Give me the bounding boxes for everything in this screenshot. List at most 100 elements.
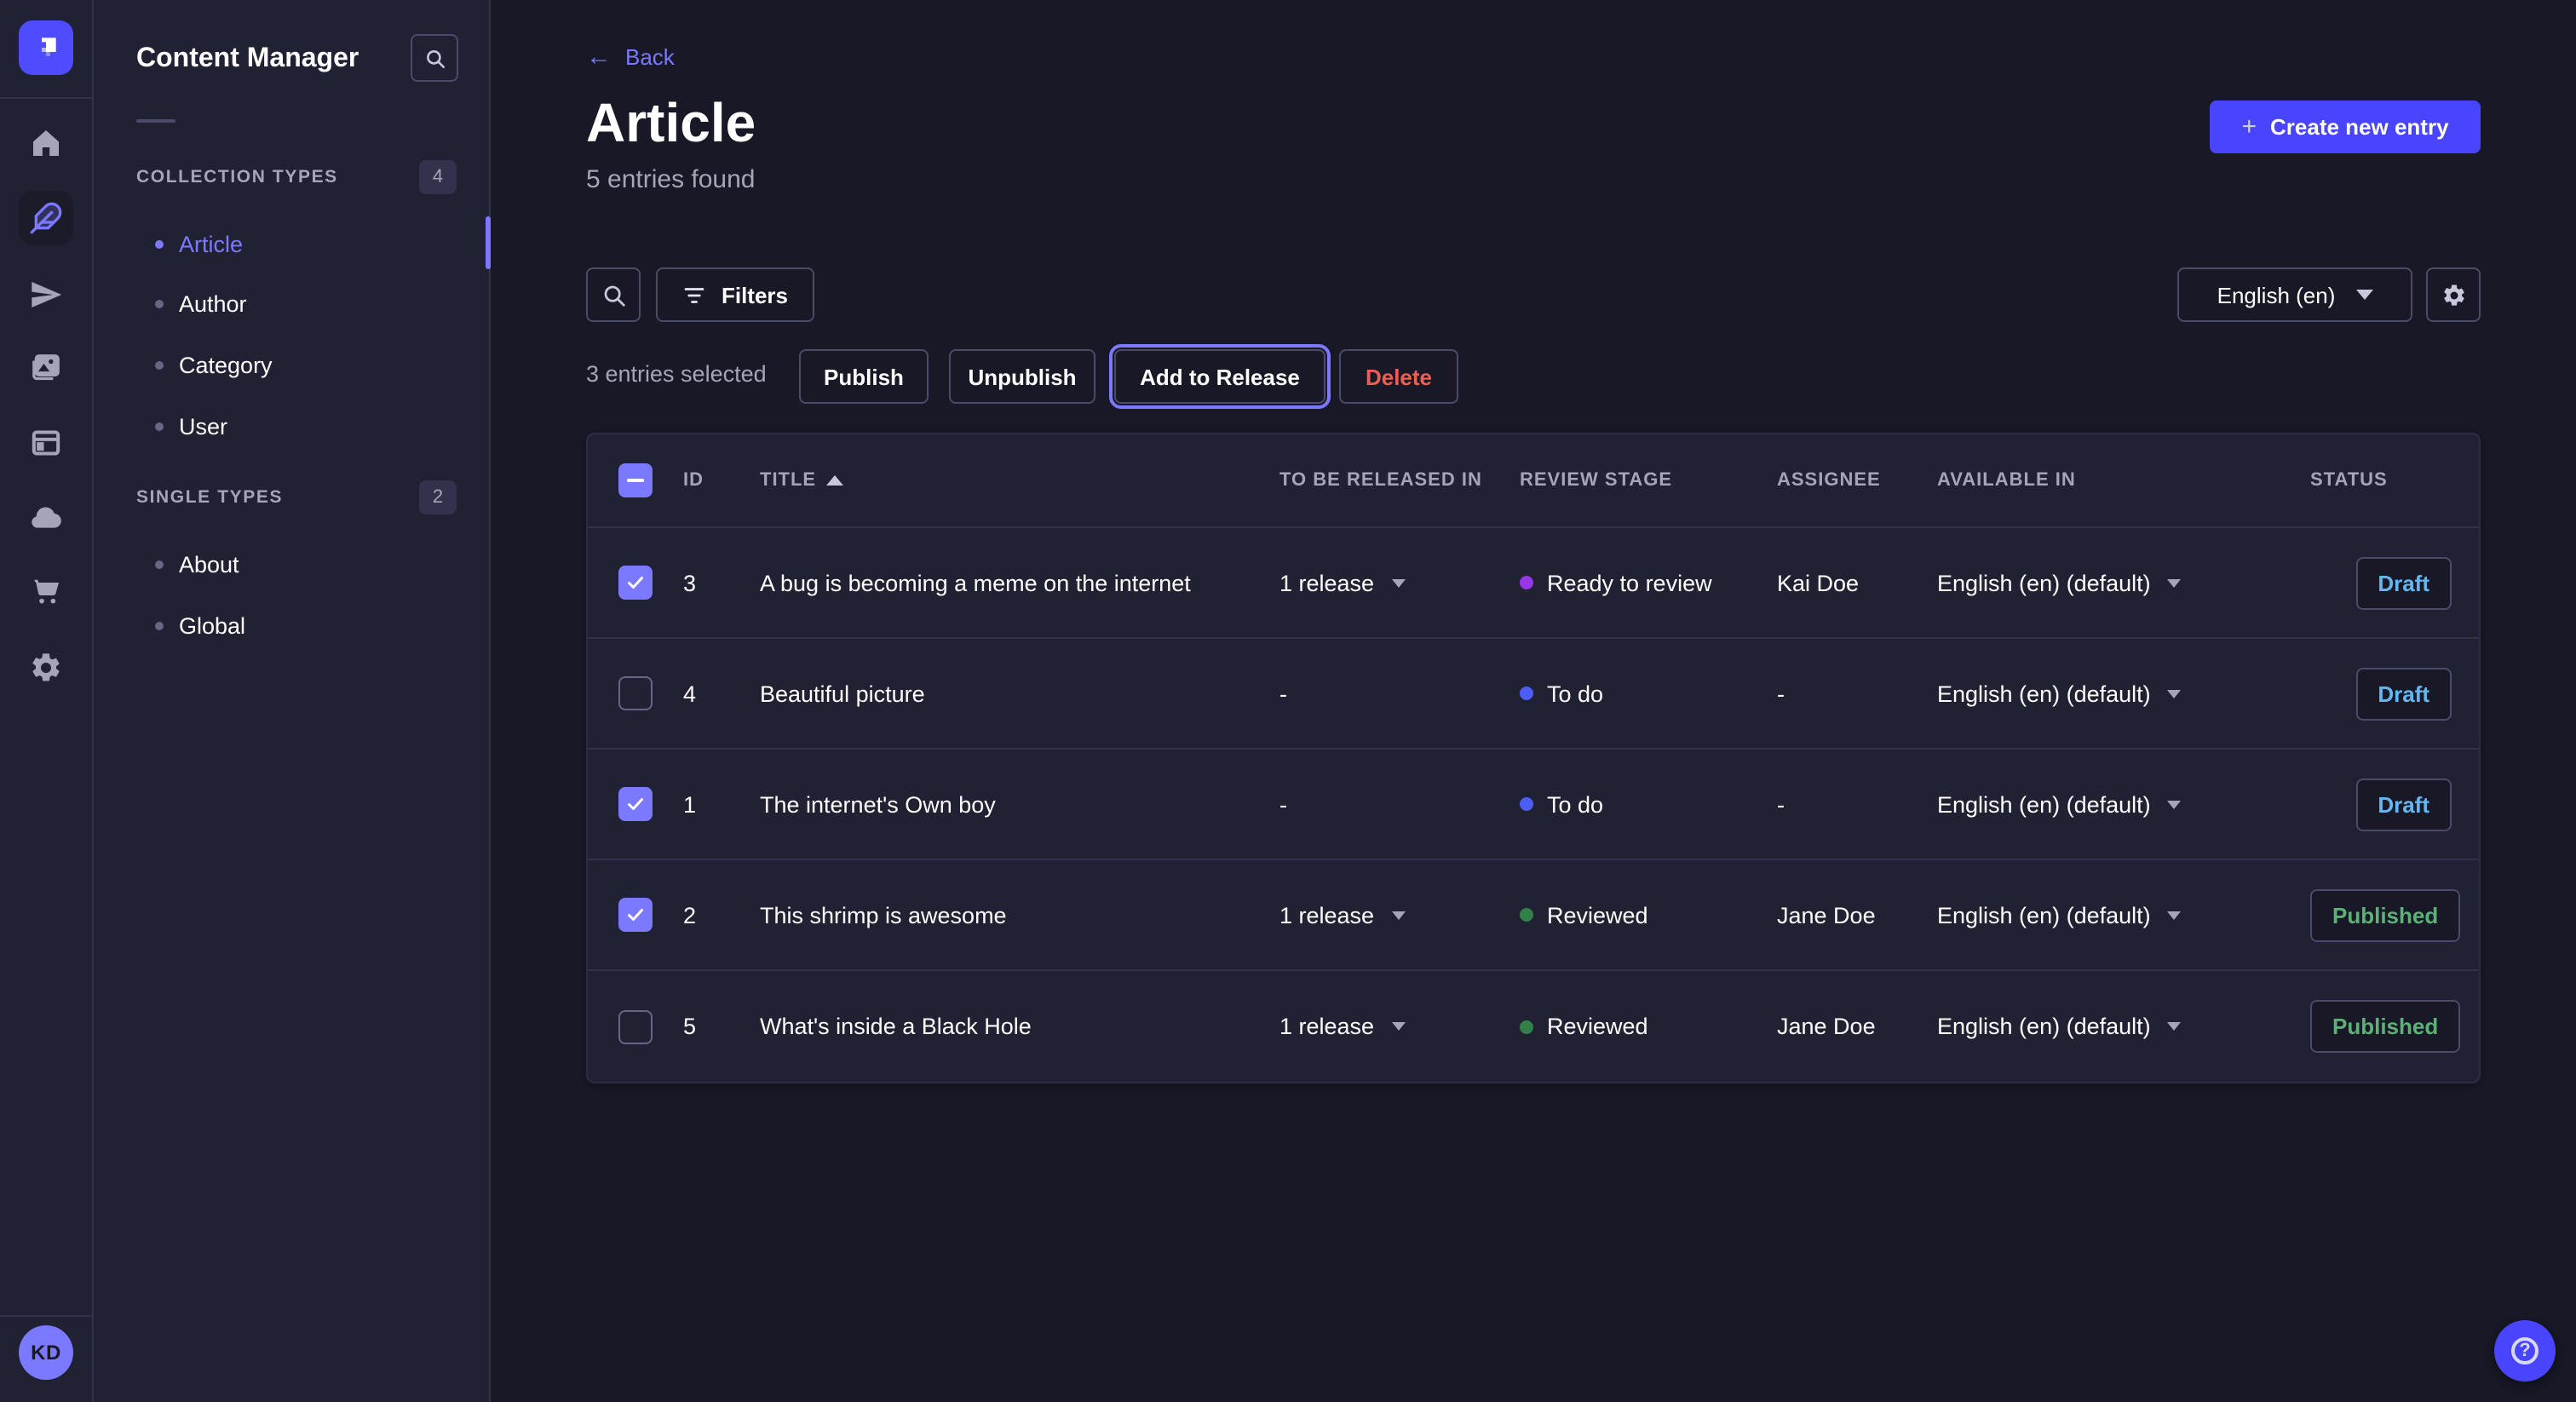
create-new-entry-button[interactable]: + Create new entry <box>2210 101 2481 153</box>
cell-available-in[interactable]: English (en) (default) <box>1937 1014 2310 1039</box>
app-window: KD Content Manager COLLECTION TYPES 4 Ar… <box>0 0 2576 1402</box>
search-button[interactable] <box>586 267 641 322</box>
locale-select[interactable]: English (en) <box>2177 267 2412 322</box>
strapi-logo[interactable] <box>19 20 73 75</box>
media-library-icon[interactable] <box>29 351 63 385</box>
cell-release: - <box>1279 791 1520 817</box>
header-status[interactable]: STATUS <box>2310 470 2479 491</box>
select-all-checkbox[interactable] <box>618 463 653 497</box>
header-available-in[interactable]: AVAILABLE IN <box>1937 470 2310 491</box>
header-review-stage[interactable]: REVIEW STAGE <box>1520 470 1777 491</box>
cell-review-stage: To do <box>1520 791 1777 817</box>
cell-review-stage: Ready to review <box>1520 570 1777 595</box>
stage-dot-icon <box>1520 576 1533 589</box>
cell-assignee: - <box>1777 791 1937 817</box>
table-row[interactable]: 5 What's inside a Black Hole 1 release R… <box>588 971 2479 1082</box>
content-type-builder-icon[interactable] <box>29 426 63 460</box>
collection-types-count: 4 <box>419 160 457 194</box>
header-assignee[interactable]: ASSIGNEE <box>1777 470 1937 491</box>
content-manager-icon[interactable] <box>19 191 73 245</box>
status-badge: Published <box>2310 1000 2460 1053</box>
marketplace-cart-icon[interactable] <box>29 574 63 608</box>
cell-available-in[interactable]: English (en) (default) <box>1937 570 2310 595</box>
chevron-down-icon <box>2168 1022 2182 1031</box>
row-checkbox[interactable] <box>618 1009 653 1043</box>
cell-release[interactable]: 1 release <box>1279 570 1520 595</box>
sidebar-search-button[interactable] <box>411 34 458 82</box>
chevron-down-icon <box>2168 689 2182 698</box>
sidebar-item-article[interactable]: Article <box>155 227 243 261</box>
status-badge: Published <box>2310 888 2460 941</box>
sidebar-item-category[interactable]: Category <box>155 348 273 382</box>
cell-available-in[interactable]: English (en) (default) <box>1937 791 2310 817</box>
single-types-count: 2 <box>419 480 457 514</box>
sidebar-item-label: Article <box>179 231 243 256</box>
row-checkbox[interactable] <box>618 898 653 932</box>
status-badge: Draft <box>2355 667 2452 720</box>
table-row[interactable]: 4 Beautiful picture - To do - English (e… <box>588 639 2479 750</box>
bullet-icon <box>155 239 164 248</box>
nav-rail: KD <box>0 0 94 1402</box>
filters-button[interactable]: Filters <box>656 267 814 322</box>
chevron-down-icon <box>1391 911 1405 919</box>
gear-icon <box>2441 282 2466 307</box>
settings-gear-icon[interactable] <box>29 651 63 685</box>
sidebar-item-global[interactable]: Global <box>155 608 245 642</box>
sidebar-item-about[interactable]: About <box>155 547 239 581</box>
rail-divider <box>0 97 94 99</box>
cell-release[interactable]: 1 release <box>1279 902 1520 928</box>
chevron-down-icon <box>2355 290 2372 300</box>
content-manager-sidebar: Content Manager COLLECTION TYPES 4 Artic… <box>94 0 491 1402</box>
header-title[interactable]: TITLE <box>760 470 1279 491</box>
selection-count: 3 entries selected <box>586 361 767 387</box>
row-checkbox[interactable] <box>618 566 653 600</box>
cell-id: 3 <box>683 570 760 595</box>
send-icon[interactable] <box>29 278 63 312</box>
single-types-label: SINGLE TYPES <box>136 487 283 508</box>
sidebar-item-user[interactable]: User <box>155 409 227 443</box>
cell-title: The internet's Own boy <box>760 791 1279 817</box>
cell-available-in[interactable]: English (en) (default) <box>1937 681 2310 706</box>
publish-button[interactable]: Publish <box>799 349 929 404</box>
sort-ascending-icon <box>826 475 843 486</box>
back-link[interactable]: ← Back <box>586 44 675 70</box>
table-header-row: ID TITLE TO BE RELEASED IN REVIEW STAGE … <box>588 434 2479 528</box>
filters-label: Filters <box>722 282 788 307</box>
sidebar-item-label: Global <box>179 612 245 638</box>
cell-release[interactable]: 1 release <box>1279 1014 1520 1039</box>
back-arrow-icon: ← <box>586 44 612 70</box>
table-row[interactable]: 2 This shrimp is awesome 1 release Revie… <box>588 860 2479 971</box>
header-to-be-released-in[interactable]: TO BE RELEASED IN <box>1279 470 1520 491</box>
check-icon <box>625 905 646 925</box>
user-avatar[interactable]: KD <box>19 1325 73 1380</box>
table-row[interactable]: 3 A bug is becoming a meme on the intern… <box>588 528 2479 639</box>
cell-title: A bug is becoming a meme on the internet <box>760 570 1279 595</box>
cell-id: 4 <box>683 681 760 706</box>
sidebar-item-author[interactable]: Author <box>155 286 247 320</box>
row-checkbox[interactable] <box>618 676 653 710</box>
unpublish-button[interactable]: Unpublish <box>949 349 1095 404</box>
header-title-label: TITLE <box>760 470 816 491</box>
table-row[interactable]: 1 The internet's Own boy - To do - Engli… <box>588 750 2479 860</box>
cell-assignee: Kai Doe <box>1777 570 1937 595</box>
rail-bottom-divider <box>0 1315 94 1317</box>
delete-button[interactable]: Delete <box>1339 349 1458 404</box>
cell-available-in[interactable]: English (en) (default) <box>1937 902 2310 928</box>
view-settings-button[interactable] <box>2426 267 2481 322</box>
entries-table: ID TITLE TO BE RELEASED IN REVIEW STAGE … <box>586 433 2481 1083</box>
row-checkbox[interactable] <box>618 787 653 821</box>
cell-assignee: Jane Doe <box>1777 1014 1937 1039</box>
sidebar-item-label: User <box>179 413 227 439</box>
add-to-release-button[interactable]: Add to Release <box>1114 349 1325 404</box>
header-id[interactable]: ID <box>683 470 760 491</box>
status-badge: Draft <box>2355 778 2452 830</box>
chevron-down-icon <box>2168 578 2182 587</box>
back-label: Back <box>625 44 675 70</box>
stage-dot-icon <box>1520 797 1533 811</box>
cloud-icon[interactable] <box>29 501 63 535</box>
active-item-indicator <box>486 216 491 269</box>
home-icon[interactable] <box>29 126 63 160</box>
indeterminate-icon <box>627 479 644 482</box>
help-button[interactable]: ? <box>2494 1320 2556 1382</box>
chevron-down-icon <box>2168 800 2182 808</box>
